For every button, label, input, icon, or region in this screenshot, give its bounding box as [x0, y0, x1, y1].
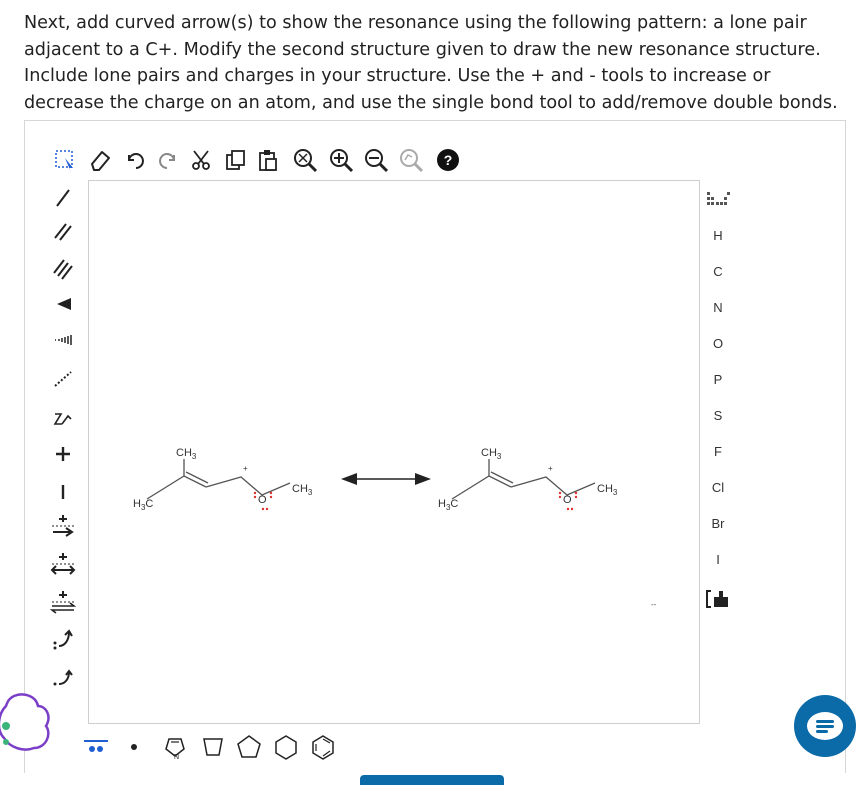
ch3-top-label: CH3 [481, 447, 502, 461]
redo-icon[interactable] [155, 146, 181, 174]
cyclobutane-icon[interactable] [198, 732, 228, 762]
help-icon[interactable]: ? [435, 146, 461, 174]
ch3-right-label: CH3 [292, 483, 313, 497]
pyrrole-icon[interactable]: N [160, 732, 190, 762]
element-s-button[interactable]: S [700, 400, 736, 430]
chat-icon [807, 712, 843, 740]
wedge-bond-icon[interactable] [46, 288, 80, 320]
element-i-button[interactable]: I [700, 544, 736, 574]
submit-button[interactable] [360, 775, 504, 785]
drawing-canvas[interactable]: CH3 H3C + O CH3 CH3 H3C + O CH3 -- [88, 180, 700, 724]
ch3-top-label: CH3 [176, 447, 197, 461]
element-n-button[interactable]: N [700, 292, 736, 322]
copy-icon[interactable] [222, 146, 248, 174]
element-p-button[interactable]: P [700, 364, 736, 394]
element-br-button[interactable]: Br [700, 508, 736, 538]
plus-charge-icon[interactable] [46, 438, 80, 470]
minus-charge-icon[interactable] [46, 476, 80, 508]
dashed-bond-icon[interactable] [46, 362, 80, 394]
clean-structure-icon[interactable] [398, 146, 424, 174]
electron-pair-arrow-icon[interactable] [46, 624, 80, 656]
lone-pair-icon[interactable] [82, 732, 110, 762]
forward-arrow-icon[interactable] [46, 510, 80, 542]
radical-icon[interactable] [122, 732, 146, 762]
element-o-button[interactable]: O [700, 328, 736, 358]
hash-bond-icon[interactable] [46, 324, 80, 356]
triple-bond-icon[interactable] [46, 252, 80, 284]
element-c-button[interactable]: C [700, 256, 736, 286]
structure-2[interactable]: CH3 H3C + O CH3 [438, 447, 618, 512]
paste-icon[interactable] [255, 146, 281, 174]
cookie-settings-icon[interactable] [0, 690, 58, 754]
element-toolbar: H C N O P S F Cl Br I [700, 180, 736, 620]
cut-icon[interactable] [188, 146, 214, 174]
equilibrium-arrow-icon[interactable] [46, 586, 80, 618]
resonance-arrow-icon[interactable] [46, 548, 80, 580]
zoom-in-icon[interactable] [328, 146, 354, 174]
structure-1[interactable]: CH3 H3C + O CH3 [133, 447, 313, 512]
chat-help-button[interactable] [794, 695, 856, 757]
bracket-icon[interactable] [700, 584, 736, 614]
editor-bottom-toolbar: N [82, 732, 352, 762]
svg-text:?: ? [444, 152, 453, 168]
canvas-marker: -- [651, 600, 657, 609]
svg-text:N: N [174, 754, 179, 760]
zoom-fit-icon[interactable] [292, 146, 318, 174]
single-bond-icon[interactable] [46, 182, 80, 214]
resonance-arrow[interactable] [341, 473, 431, 485]
undo-icon[interactable] [122, 146, 148, 174]
select-tool-icon[interactable] [52, 146, 78, 174]
ch3-right-label: CH3 [597, 483, 618, 497]
element-f-button[interactable]: F [700, 436, 736, 466]
double-bond-icon[interactable] [46, 216, 80, 248]
question-prompt: Next, add curved arrow(s) to show the re… [24, 13, 838, 113]
h3c-label: H3C [438, 498, 458, 512]
chain-icon[interactable] [46, 402, 80, 434]
periodic-table-icon[interactable] [700, 184, 736, 214]
oxygen-label: O [258, 494, 267, 506]
plus-charge-label: + [243, 464, 248, 473]
editor-top-toolbar: ? [52, 146, 492, 174]
zoom-out-icon[interactable] [363, 146, 389, 174]
benzene-icon[interactable] [308, 732, 338, 762]
cyclopentane-icon[interactable] [234, 732, 264, 762]
eraser-icon[interactable] [87, 146, 113, 174]
element-h-button[interactable]: H [700, 220, 736, 250]
oxygen-label: O [563, 494, 572, 506]
element-cl-button[interactable]: Cl [700, 472, 736, 502]
h3c-label: H3C [133, 498, 153, 512]
editor-left-toolbar [46, 180, 80, 700]
cyclohexane-icon[interactable] [271, 732, 301, 762]
plus-charge-label: + [548, 464, 553, 473]
